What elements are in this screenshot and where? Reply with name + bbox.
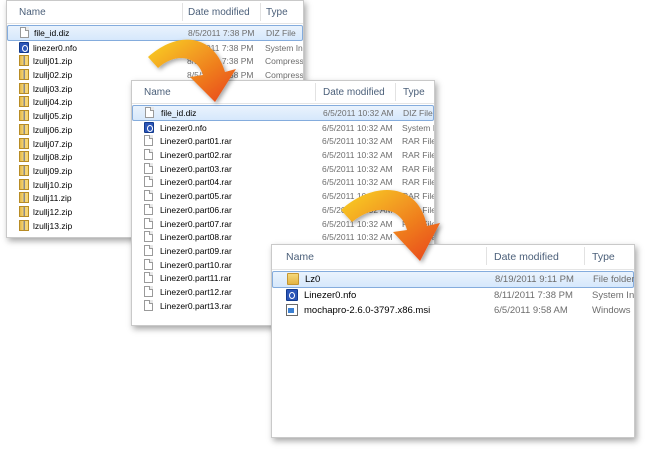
arrows-overlay [148,39,440,261]
curved-arrow-2-icon [341,189,440,261]
curved-arrow-1-icon [148,39,236,102]
